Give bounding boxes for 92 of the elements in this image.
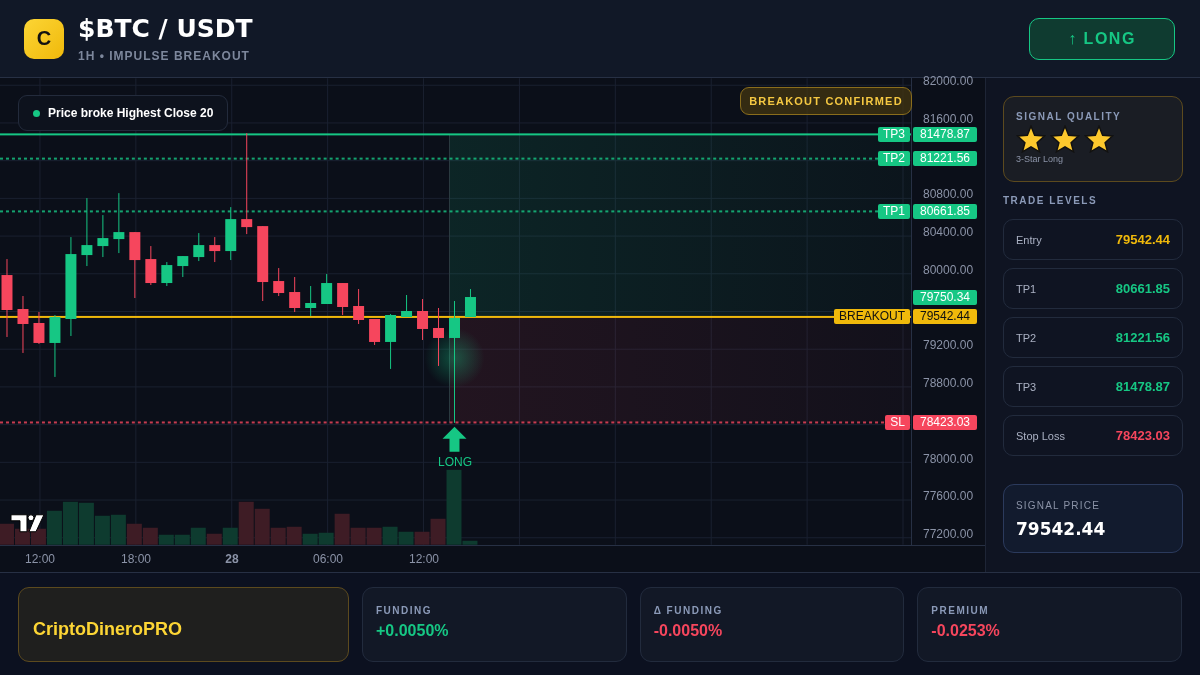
volume-bar: [0, 523, 14, 545]
candlestick: [465, 288, 476, 318]
level-label: TP3: [1016, 380, 1037, 393]
level-value: 80661.85: [1115, 281, 1170, 296]
price-tag-label: BREAKOUT: [834, 309, 910, 325]
level-value: 78423.03: [1115, 428, 1170, 443]
price-tag-label: TP3: [878, 126, 910, 142]
stat-value: -0.0050%: [653, 622, 724, 640]
brand-name: CriptoDineroPRO: [33, 619, 182, 640]
candlestick: [225, 206, 237, 261]
price-tag-label: SL: [885, 415, 910, 431]
axis-label: 77200.00: [923, 528, 974, 540]
volume-bar: [62, 501, 78, 545]
candlestick: [289, 276, 301, 313]
candlestick: [129, 231, 141, 299]
quality-title: SIGNAL QUALITY: [1016, 111, 1123, 122]
volume-bar: [366, 527, 382, 545]
candlestick: [177, 255, 189, 278]
candlestick: [145, 245, 157, 286]
candlestick: [209, 236, 221, 263]
glow-marker: [424, 328, 485, 388]
app-logo: C: [24, 18, 64, 59]
price-tag: 80661.85: [913, 203, 977, 219]
time-label: 06:00: [313, 552, 343, 566]
axis-label: 80800.00: [923, 188, 974, 201]
stat-label: PREMIUM: [931, 605, 991, 616]
signal-price-label: SIGNAL PRICE: [1016, 500, 1102, 511]
time-label: 12:00: [409, 552, 439, 566]
candlestick: [337, 282, 349, 316]
candlestick: [113, 192, 125, 254]
quality-caption: 3-Star Long: [1016, 154, 1065, 164]
candlestick: [81, 197, 93, 267]
candlestick: [401, 294, 413, 318]
volume-bar: [110, 514, 126, 545]
star-icon: [1050, 125, 1080, 153]
logo-icon: [10, 514, 45, 533]
candlestick: [17, 295, 29, 354]
stat-value: -0.0253%: [931, 622, 1001, 640]
long-button[interactable]: ↑ LONG: [1029, 17, 1175, 60]
level-value: 81221.56: [1115, 330, 1170, 345]
breakout-banner: BREAKOUT CONFIRMED: [740, 87, 912, 115]
candlestick: [49, 314, 61, 378]
candlestick: [385, 313, 397, 370]
axis-label: 78800.00: [923, 377, 974, 389]
candlestick: [369, 318, 381, 346]
candlestick: [321, 273, 333, 305]
star-icon: [1084, 125, 1114, 153]
candlestick: [97, 214, 109, 258]
section-title: TRADE LEVELS: [1003, 195, 1099, 206]
stat-label: Δ FUNDING: [653, 605, 724, 616]
level-label: Stop Loss: [1016, 429, 1065, 442]
status-dot: [33, 109, 40, 117]
axis-label: 82000.00: [923, 75, 974, 87]
volume-bar: [126, 523, 142, 545]
candlestick: [161, 261, 173, 287]
time-label: 28: [225, 552, 239, 566]
axis-label: 79200.00: [923, 339, 974, 352]
time-label: 12:00: [25, 552, 55, 566]
price-tag: 79542.44: [913, 309, 977, 325]
candlestick: [305, 285, 317, 317]
level-value: 79542.44: [1115, 232, 1170, 247]
note-text: Price broke Highest Close 20: [48, 106, 214, 120]
candlestick: [433, 307, 444, 367]
star-icon: [1016, 125, 1046, 153]
candlestick: [353, 288, 365, 325]
stat-value: +0.0050%: [376, 622, 450, 640]
candlestick: [33, 311, 45, 345]
level-label: TP2: [1016, 331, 1037, 344]
volume-bar: [398, 531, 414, 545]
axis-label: 77600.00: [923, 490, 974, 503]
price-tag: 78423.03: [913, 415, 977, 431]
candlestick: [417, 298, 429, 341]
level-label: TP1: [1016, 282, 1037, 295]
level-value: 81478.87: [1115, 379, 1170, 394]
price-tag: 79750.34: [913, 289, 977, 305]
pair-title: $BTC / USDT: [78, 14, 254, 43]
up-arrow-icon: [442, 426, 467, 452]
price-tag: 81221.56: [913, 150, 977, 166]
level-label: Entry: [1016, 233, 1042, 246]
time-label: 18:00: [121, 552, 151, 566]
axis-label: 80400.00: [923, 226, 974, 238]
axis-label: 78000.00: [923, 452, 974, 465]
chart-subtitle: 1H • IMPULSE BREAKOUT: [78, 49, 251, 63]
axis-label: 81600.00: [923, 112, 974, 125]
volume-bar: [382, 526, 398, 545]
candlestick: [273, 267, 285, 297]
stat-label: FUNDING: [376, 605, 434, 616]
candlestick: [193, 232, 205, 262]
signal-label: LONG: [438, 455, 472, 469]
price-tag: 81478.87: [913, 126, 977, 142]
signal-price-value: 79542.44: [1016, 519, 1107, 539]
axis-label: 80000.00: [923, 263, 974, 276]
